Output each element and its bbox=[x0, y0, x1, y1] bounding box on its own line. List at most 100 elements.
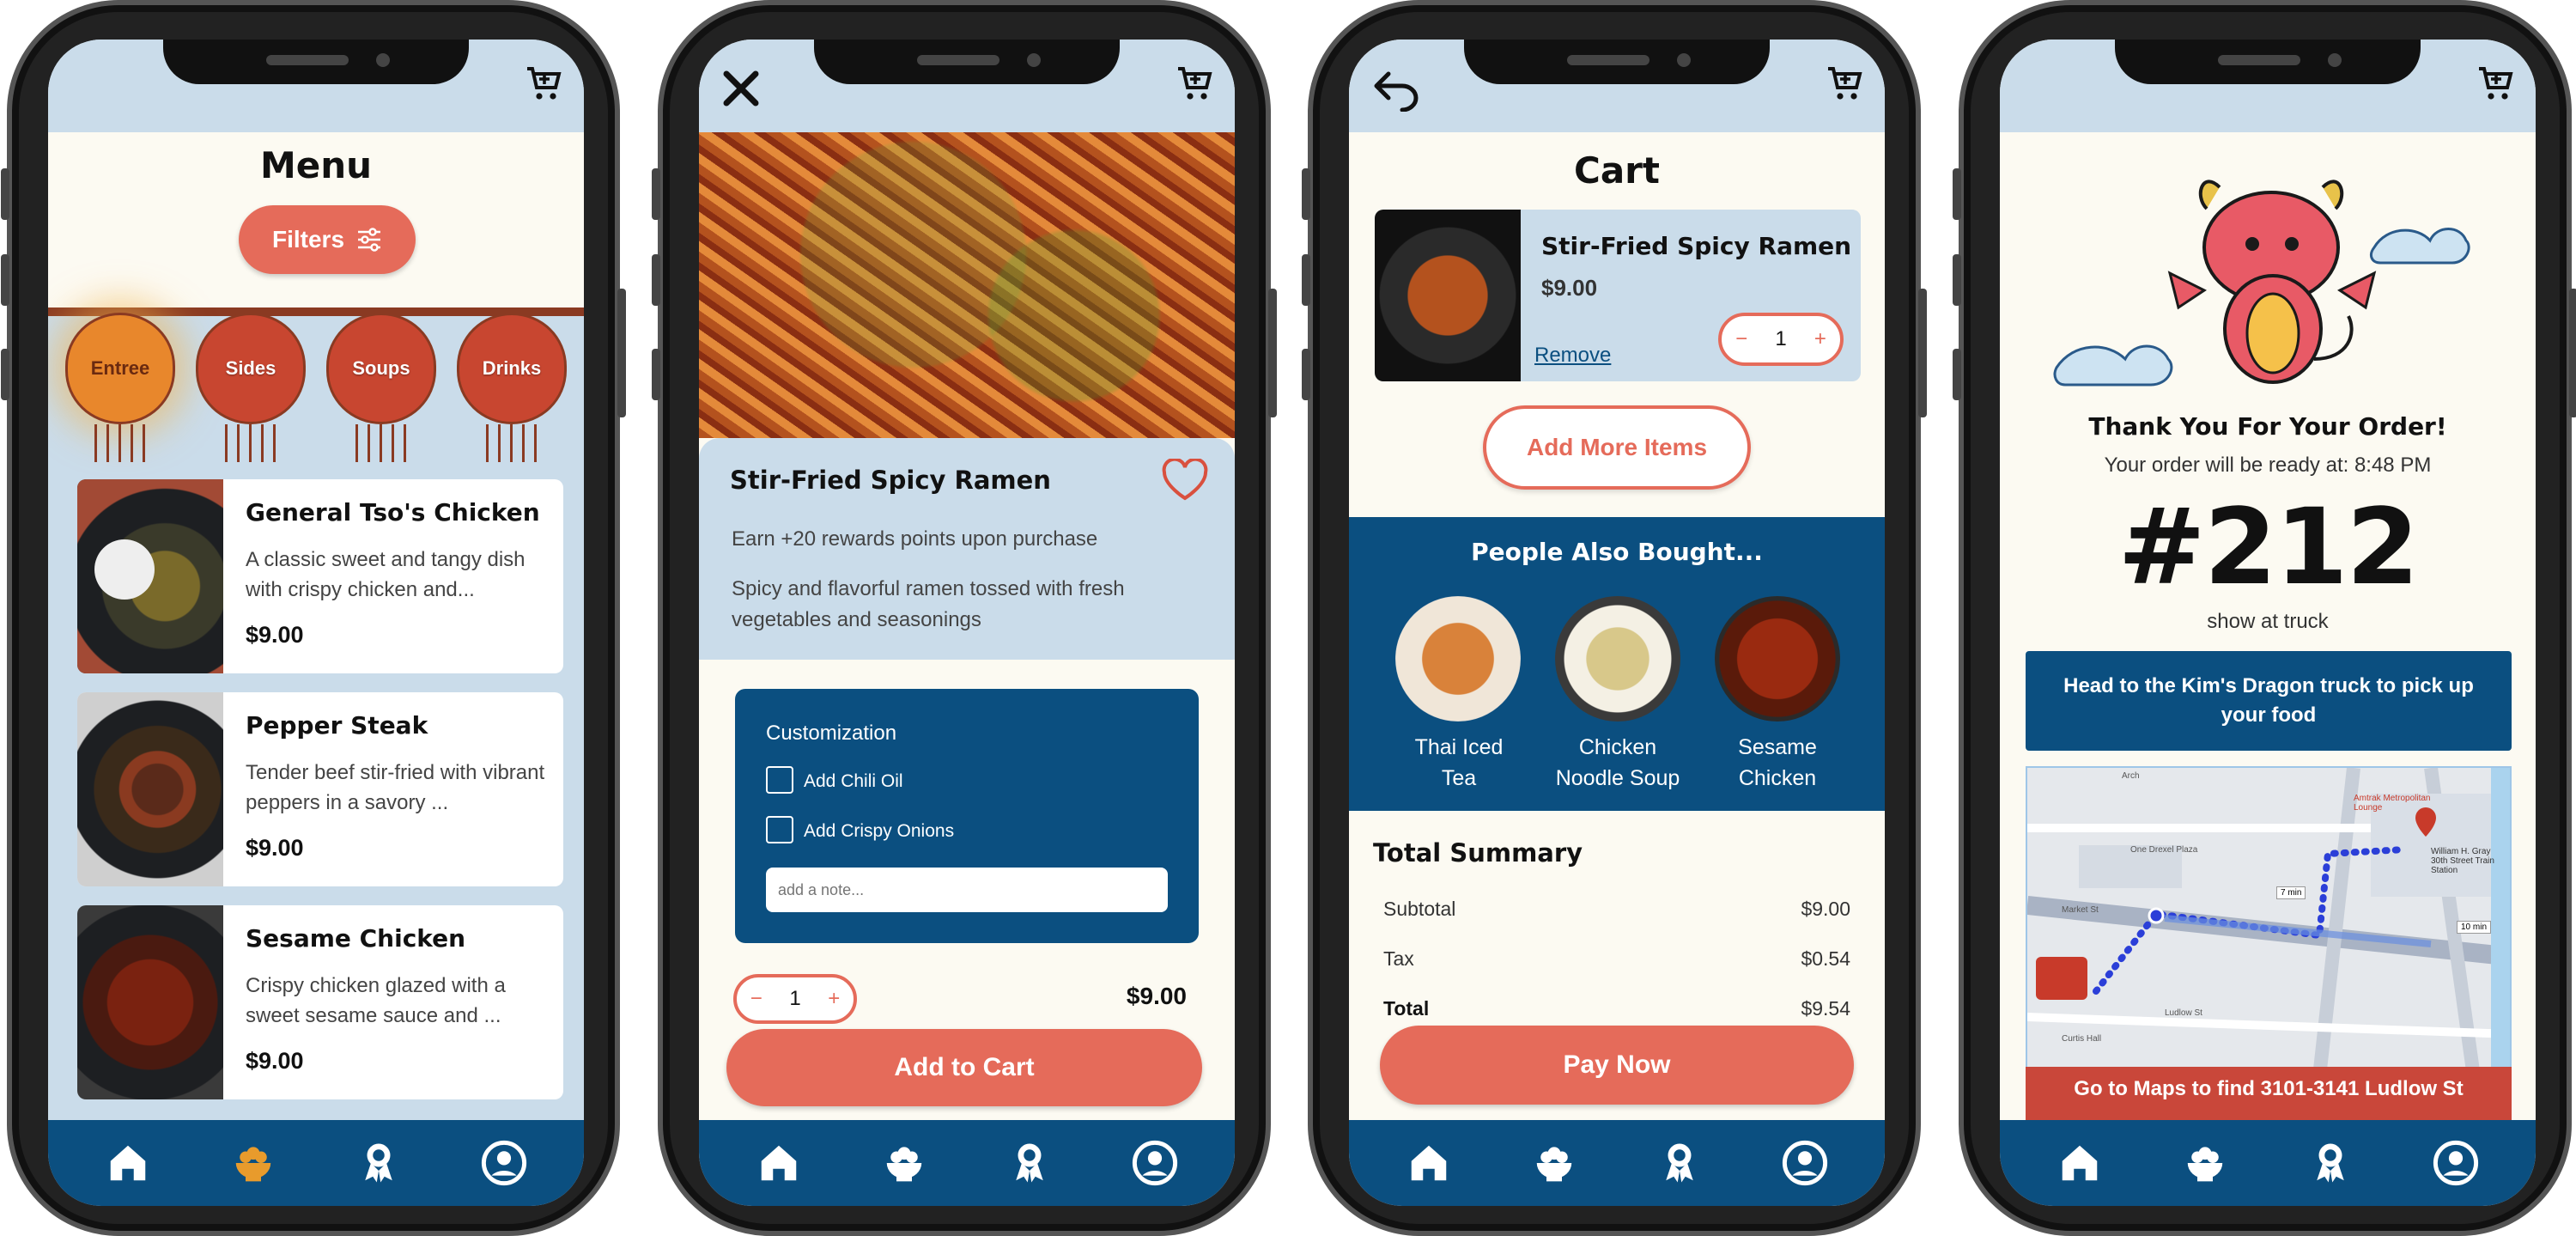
map-label-station: William H. Gray 30th Street Train Statio… bbox=[2431, 847, 2494, 875]
tassel bbox=[486, 424, 538, 462]
map-label-arch: Arch bbox=[2122, 771, 2140, 781]
remove-link[interactable]: Remove bbox=[1534, 344, 1611, 368]
filter-icon bbox=[358, 228, 381, 252]
page-title: Cart bbox=[1574, 149, 1660, 192]
item-description: A classic sweet and tangy dish with cris… bbox=[246, 548, 526, 601]
crispy-onions-label: Add Crispy Onions bbox=[804, 821, 955, 841]
menu-item-card[interactable]: General Tso's Chicken A classic sweet an… bbox=[77, 479, 563, 673]
ready-time-text: Your order will be ready at: 8:48 PM bbox=[2104, 454, 2432, 477]
item-detail-screen: Stir-Fried Spicy Ramen Earn +20 rewards … bbox=[699, 40, 1235, 1206]
lantern-drinks[interactable]: Drinks bbox=[457, 313, 567, 424]
bottom-nav bbox=[699, 1120, 1235, 1206]
item-price: $9.00 bbox=[1126, 983, 1187, 1009]
heart-icon[interactable] bbox=[1161, 459, 1209, 502]
item-price: $9.00 bbox=[246, 835, 304, 861]
subtotal-value: $9.00 bbox=[1801, 898, 1850, 920]
home-icon[interactable] bbox=[2056, 1139, 2104, 1187]
home-icon[interactable] bbox=[755, 1139, 803, 1187]
minus-button[interactable]: − bbox=[1735, 327, 1747, 351]
close-icon[interactable] bbox=[720, 67, 762, 110]
note-input[interactable] bbox=[766, 868, 1168, 912]
suggestion-sesame-chicken[interactable] bbox=[1715, 596, 1840, 722]
menu-item-card[interactable]: Pepper Steak Tender beef stir-fried with… bbox=[77, 692, 563, 886]
item-name: General Tso's Chicken bbox=[246, 498, 540, 527]
map-label-market: Market St bbox=[2062, 905, 2099, 915]
filters-button[interactable]: Filters bbox=[239, 205, 416, 274]
go-to-maps-button[interactable]: Go to Maps to find 3101-3141 Ludlow St bbox=[2026, 1067, 2512, 1127]
rewards-icon[interactable] bbox=[355, 1139, 403, 1187]
profile-icon[interactable] bbox=[1781, 1139, 1829, 1187]
lantern-sides[interactable]: Sides bbox=[196, 313, 306, 424]
menu-item-card[interactable]: Sesame Chicken Crispy chicken glazed wit… bbox=[77, 905, 563, 1099]
food-hero-photo bbox=[699, 132, 1235, 438]
cart-item-card: Stir-Fried Spicy Ramen $9.00 Remove − 1 … bbox=[1375, 210, 1861, 381]
map-label-one-drexel: One Drexel Plaza bbox=[2130, 845, 2198, 855]
tassel bbox=[355, 424, 407, 462]
customization-title: Customization bbox=[766, 722, 897, 745]
bowl-icon[interactable] bbox=[1530, 1139, 1578, 1187]
lantern-soups[interactable]: Soups bbox=[326, 313, 436, 424]
item-description: Spicy and flavorful ramen tossed with fr… bbox=[732, 577, 1125, 631]
tax-label: Tax bbox=[1383, 947, 1414, 970]
home-icon[interactable] bbox=[1405, 1139, 1453, 1187]
tassel bbox=[94, 424, 146, 462]
minus-button[interactable]: − bbox=[750, 987, 762, 1011]
plus-button[interactable]: + bbox=[1814, 327, 1826, 351]
thank-you-heading: Thank You For Your Order! bbox=[2088, 412, 2447, 441]
people-also-bought-section: People Also Bought... Thai Iced Tea Chick… bbox=[1349, 517, 1885, 811]
add-to-cart-button[interactable]: Add to Cart bbox=[726, 1029, 1202, 1106]
profile-icon[interactable] bbox=[480, 1139, 528, 1187]
back-icon[interactable] bbox=[1371, 69, 1423, 112]
tassel bbox=[225, 424, 276, 462]
cart-item-price: $9.00 bbox=[1541, 275, 1598, 301]
confirmation-screen: Thank You For Your Order! Your order wil… bbox=[2000, 40, 2536, 1206]
bottom-nav bbox=[1349, 1120, 1885, 1206]
item-price: $9.00 bbox=[246, 622, 304, 648]
chili-oil-label: Add Chili Oil bbox=[804, 771, 903, 791]
total-summary-title: Total Summary bbox=[1373, 838, 1583, 868]
cart-icon[interactable] bbox=[2476, 64, 2517, 105]
quantity-stepper[interactable]: − 1 + bbox=[1718, 313, 1844, 366]
item-name: Sesame Chicken bbox=[246, 924, 466, 953]
route-time-badge: 10 min bbox=[2457, 921, 2492, 934]
quantity-value: 1 bbox=[789, 987, 801, 1010]
cart-icon[interactable] bbox=[1825, 64, 1866, 105]
bowl-icon[interactable] bbox=[880, 1139, 928, 1187]
phone-order-confirmation: Thank You For Your Order! Your order wil… bbox=[1953, 0, 2576, 1236]
food-photo bbox=[77, 692, 223, 886]
cart-item-photo bbox=[1375, 210, 1521, 381]
suggestion-label: Chicken Noodle Soup bbox=[1555, 735, 1680, 790]
food-photo bbox=[77, 905, 223, 1099]
lantern-entree[interactable]: Entree bbox=[65, 313, 175, 424]
cart-icon[interactable] bbox=[1175, 64, 1216, 105]
quantity-stepper[interactable]: − 1 + bbox=[733, 974, 857, 1024]
plus-button[interactable]: + bbox=[828, 987, 840, 1011]
profile-icon[interactable] bbox=[1131, 1139, 1179, 1187]
phone-menu: Menu Filters Entree Sides Soups Drinks G… bbox=[1, 0, 626, 1236]
rewards-icon[interactable] bbox=[1656, 1139, 1704, 1187]
cart-icon[interactable] bbox=[524, 64, 565, 105]
suggestion-label: Thai Iced Tea bbox=[1414, 735, 1504, 790]
profile-icon[interactable] bbox=[2432, 1139, 2480, 1187]
map-view[interactable]: William H. Gray 30th Street Train Statio… bbox=[2026, 766, 2512, 1075]
food-photo bbox=[77, 479, 223, 673]
item-name: Pepper Steak bbox=[246, 711, 428, 740]
chili-oil-checkbox[interactable] bbox=[766, 766, 793, 794]
rewards-text: Earn +20 rewards points upon purchase bbox=[732, 527, 1098, 551]
rewards-icon[interactable] bbox=[2306, 1139, 2354, 1187]
rewards-icon[interactable] bbox=[1005, 1139, 1054, 1187]
pay-now-button[interactable]: Pay Now bbox=[1380, 1026, 1854, 1105]
add-more-items-button[interactable]: Add More Items bbox=[1483, 405, 1751, 490]
suggestion-thai-tea[interactable] bbox=[1395, 596, 1521, 722]
bowl-icon[interactable] bbox=[229, 1139, 277, 1187]
bowl-icon[interactable] bbox=[2181, 1139, 2229, 1187]
dragon-mascot-illustration bbox=[2053, 180, 2470, 387]
item-description: Tender beef stir-fried with vibrant pepp… bbox=[246, 761, 545, 814]
cart-item-name: Stir-Fried Spicy Ramen bbox=[1541, 232, 1852, 260]
map-drawing bbox=[2027, 768, 2510, 1074]
menu-screen: Menu Filters Entree Sides Soups Drinks G… bbox=[48, 40, 584, 1206]
suggestion-chicken-soup[interactable] bbox=[1555, 596, 1680, 722]
home-icon[interactable] bbox=[104, 1139, 152, 1187]
phone-item-detail: Stir-Fried Spicy Ramen Earn +20 rewards … bbox=[652, 0, 1277, 1236]
crispy-onions-checkbox[interactable] bbox=[766, 816, 793, 843]
